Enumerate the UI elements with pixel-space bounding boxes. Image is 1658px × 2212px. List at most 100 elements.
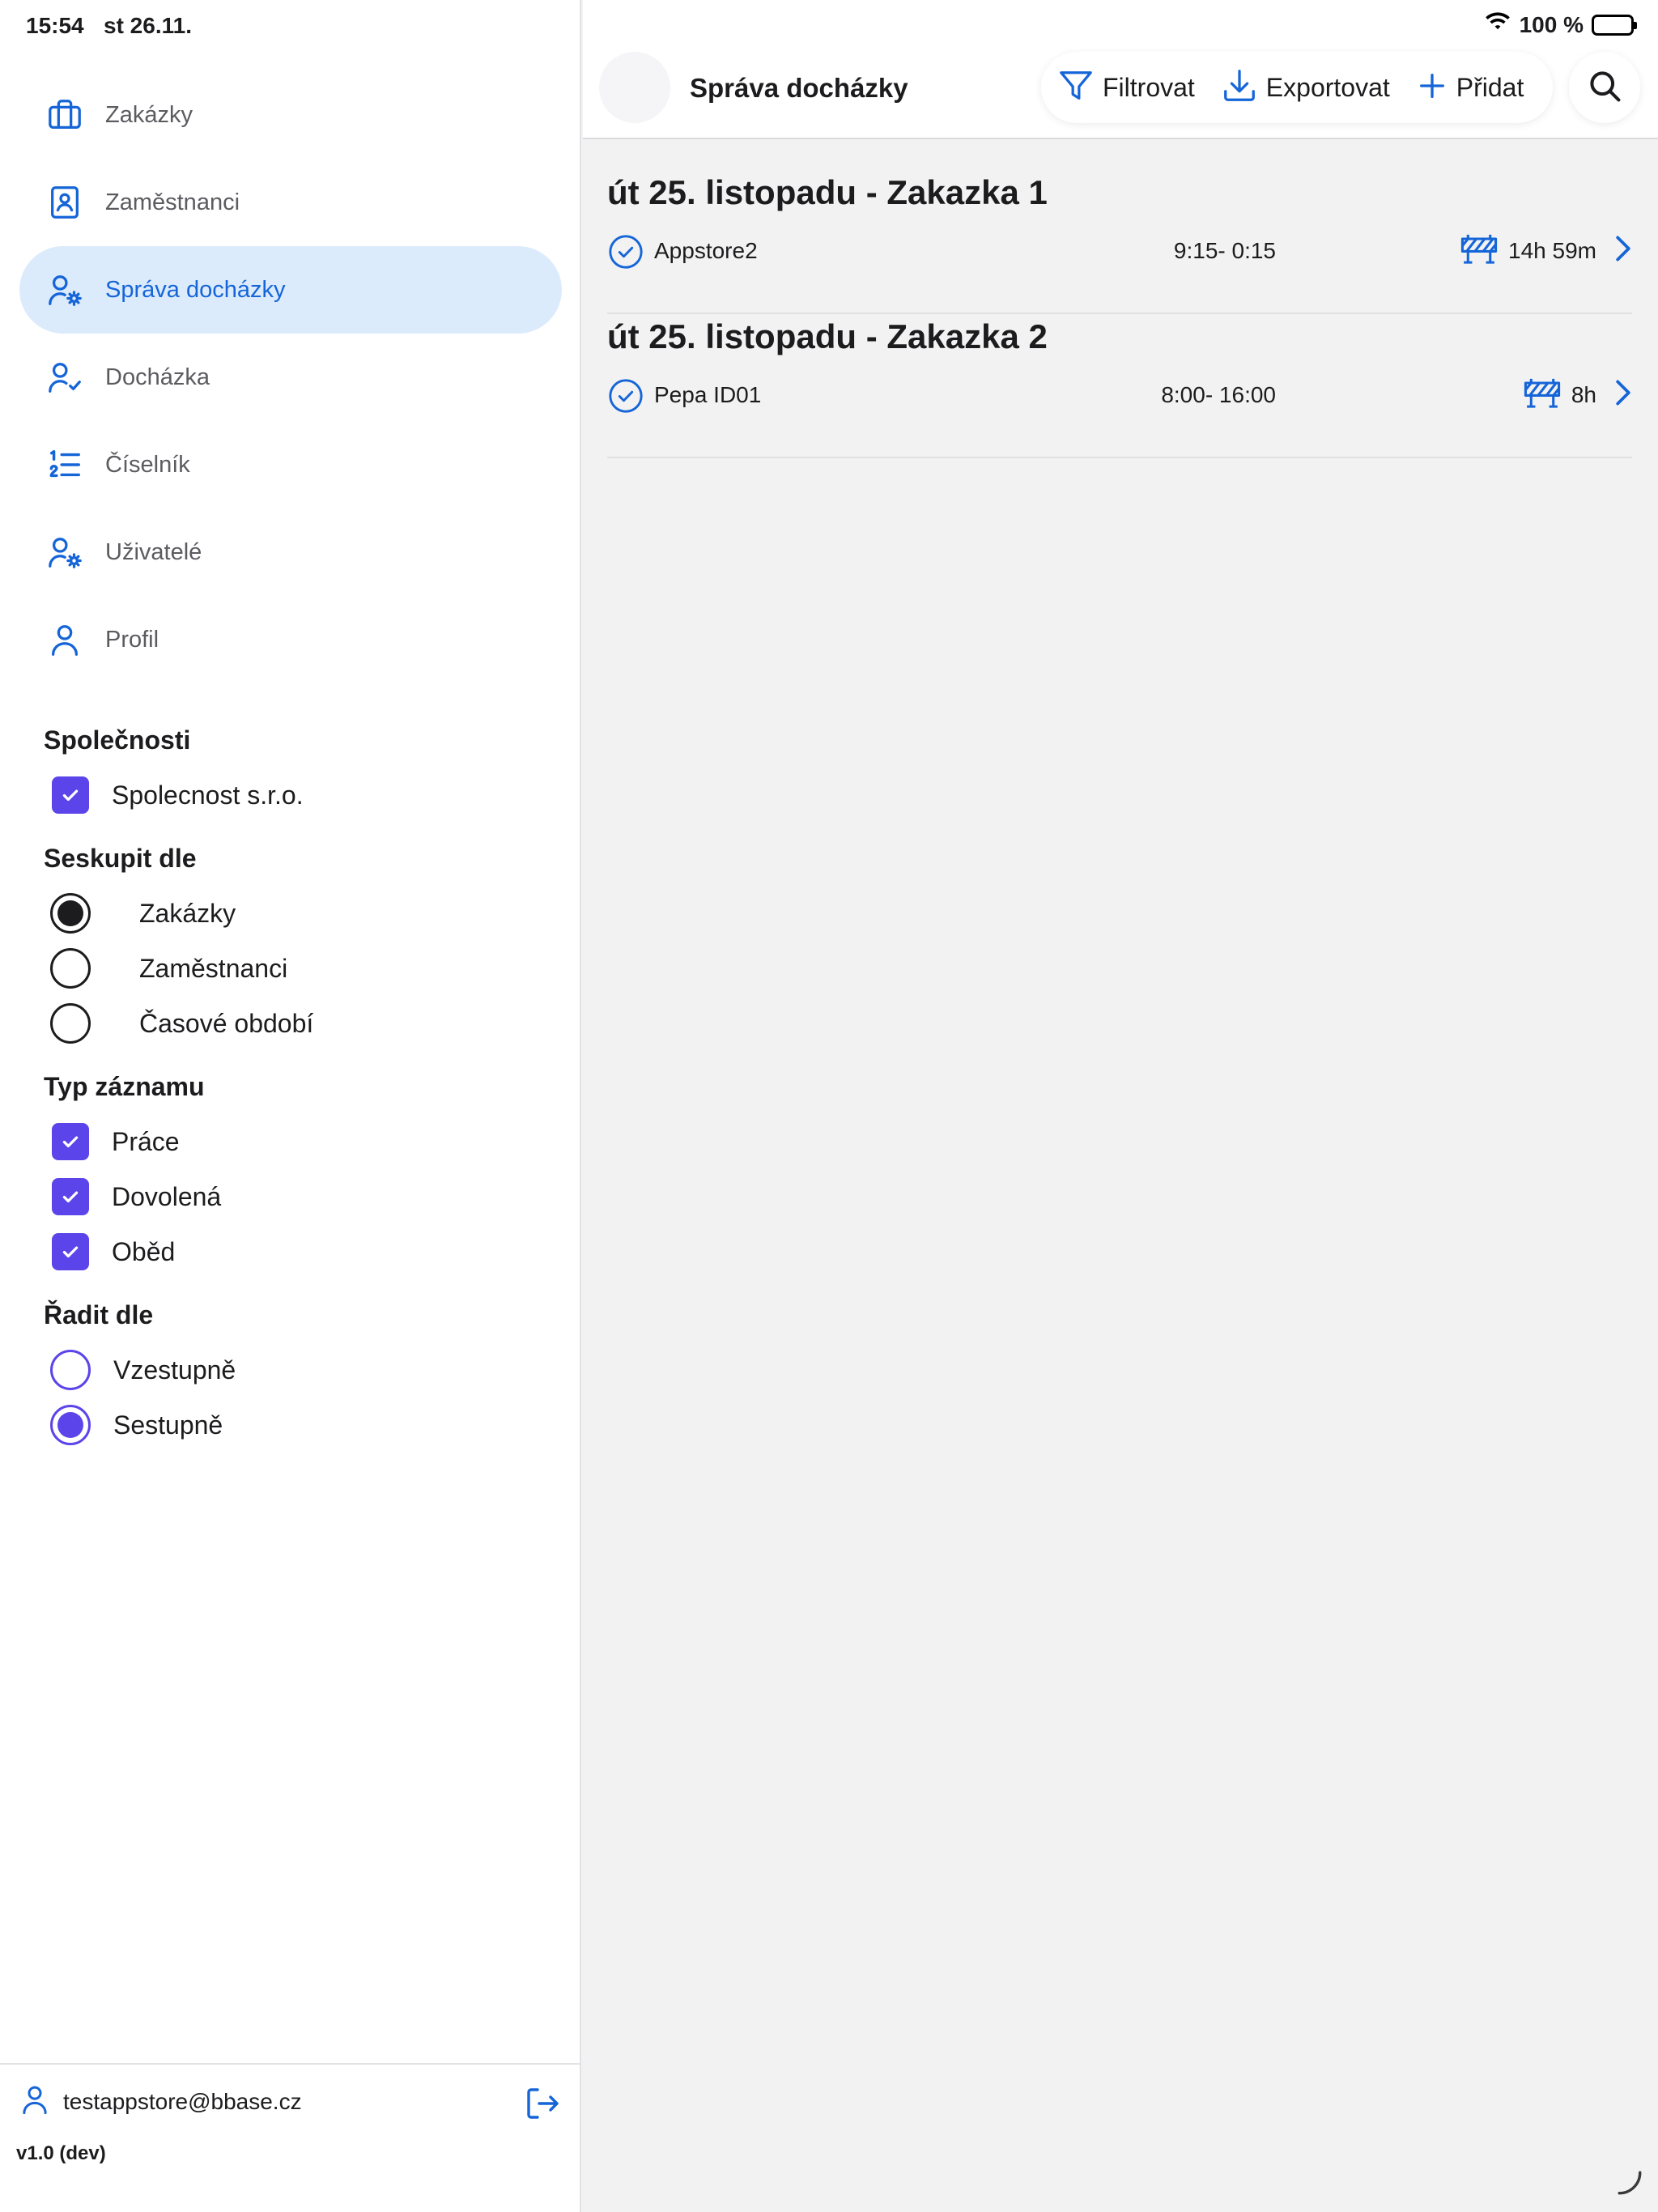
sort-option[interactable]: Vzestupně: [44, 1342, 546, 1397]
attendance-group: út 25. listopadu - Zakazka 1 Appstore2 9…: [607, 170, 1632, 314]
filter-icon: [1057, 67, 1095, 108]
sidebar-item-uzivatele[interactable]: Uživatelé: [19, 508, 562, 596]
wifi-icon: [1484, 11, 1511, 38]
battery-icon: [1592, 14, 1637, 36]
sidebar-item-label: Zakázky: [105, 101, 193, 128]
user-icon: [45, 620, 84, 659]
contact-book-icon: [45, 183, 84, 222]
user-gear-icon: [45, 533, 84, 572]
checkbox-checked[interactable]: [52, 1123, 89, 1160]
search-icon: [1587, 68, 1622, 108]
construction-barrier-icon: [1460, 232, 1499, 270]
user-gear-icon: [45, 270, 84, 309]
entry-duration-area: 8h: [1523, 376, 1632, 414]
group-by-title: Seskupit dle: [44, 844, 197, 873]
checkbox-checked[interactable]: [52, 1178, 89, 1215]
sidebar-nav: Zakázky Zaměstnanci Správa docházky Doch…: [19, 71, 562, 683]
radio-unselected[interactable]: [50, 1003, 91, 1044]
header-back-button[interactable]: [599, 52, 670, 123]
status-time: 15:54: [26, 13, 84, 38]
attendance-entry[interactable]: Pepa ID01 8:00- 16:00 8h: [607, 372, 1632, 418]
sidebar-item-zakazky[interactable]: Zakázky: [19, 71, 562, 159]
sidebar-item-label: Číselník: [105, 451, 190, 478]
filter-label: Oběd: [112, 1236, 176, 1266]
entry-duration: 8h: [1571, 381, 1596, 407]
sidebar-item-sprava-dochazky[interactable]: Správa docházky: [19, 246, 562, 334]
user-check-icon: [45, 358, 84, 397]
status-bar: 15:54 st 26.11. 100 %: [0, 0, 1658, 50]
sort-option[interactable]: Sestupně: [44, 1397, 546, 1453]
toolbar: Filtrovat Exportovat Přidat: [1041, 52, 1553, 123]
check-circle-icon: [607, 233, 644, 274]
download-icon: [1221, 67, 1258, 108]
sort-by-title: Řadit dle: [44, 1300, 154, 1329]
status-date: st 26.11.: [104, 13, 192, 38]
filter-label: Práce: [112, 1126, 180, 1156]
attendance-groups: út 25. listopadu - Zakazka 1 Appstore2 9…: [607, 170, 1632, 458]
record-type-title: Typ záznamu: [44, 1072, 205, 1101]
company-filter-row[interactable]: Spolecnost s.r.o.: [44, 768, 546, 823]
entry-time: 9:15- 0:15: [1173, 238, 1276, 263]
sidebar: Zakázky Zaměstnanci Správa docházky Doch…: [0, 0, 581, 2212]
group-by-option[interactable]: Zaměstnanci: [44, 941, 546, 996]
record-type-row[interactable]: Práce: [44, 1114, 546, 1169]
checkbox-checked[interactable]: [52, 776, 89, 814]
add-button[interactable]: Přidat: [1416, 70, 1524, 106]
briefcase-icon: [45, 96, 84, 134]
sidebar-item-label: Správa docházky: [105, 276, 286, 303]
numbered-list-icon: [45, 445, 84, 484]
entry-employee: Pepa ID01: [654, 382, 762, 407]
checkbox-checked[interactable]: [52, 1233, 89, 1270]
filter-label: Zaměstnanci: [139, 953, 288, 983]
attendance-group: út 25. listopadu - Zakazka 2 Pepa ID01 8…: [607, 314, 1632, 458]
filter-label: Vzestupně: [113, 1355, 236, 1385]
logout-icon[interactable]: [523, 2084, 562, 2127]
filter-label: Zakázky: [139, 898, 236, 928]
chevron-right-icon: [1614, 235, 1632, 266]
filter-label: Filtrovat: [1103, 72, 1195, 102]
radio-selected[interactable]: [50, 893, 91, 934]
sidebar-footer: testappstore@bbase.cz v1.0 (dev): [0, 2063, 580, 2212]
radio-selected[interactable]: [50, 1405, 91, 1445]
resize-handle-icon[interactable]: [1616, 2169, 1643, 2201]
user-info: testappstore@bbase.cz: [18, 2082, 302, 2121]
chevron-right-icon: [1614, 379, 1632, 410]
sidebar-item-label: Uživatelé: [105, 538, 202, 565]
sidebar-item-zamestnanci[interactable]: Zaměstnanci: [19, 159, 562, 246]
sidebar-item-dochazka[interactable]: Docházka: [19, 334, 562, 421]
export-button[interactable]: Exportovat: [1221, 67, 1390, 108]
sidebar-item-label: Zaměstnanci: [105, 189, 240, 215]
search-button[interactable]: [1569, 52, 1640, 123]
group-by-option[interactable]: Zakázky: [44, 886, 546, 941]
construction-barrier-icon: [1523, 376, 1562, 414]
group-title: út 25. listopadu - Zakazka 2: [607, 317, 1048, 355]
radio-unselected[interactable]: [50, 1350, 91, 1390]
plus-icon: [1416, 70, 1448, 106]
filter-label: Časové období: [139, 1008, 314, 1038]
add-label: Přidat: [1456, 72, 1524, 102]
entry-employee: Appstore2: [654, 238, 758, 263]
filter-label: Spolecnost s.r.o.: [112, 780, 304, 810]
user-icon: [18, 2082, 52, 2121]
export-label: Exportovat: [1265, 72, 1390, 102]
filter-label: Dovolená: [112, 1181, 222, 1211]
record-type-row[interactable]: Oběd: [44, 1224, 546, 1279]
user-email: testappstore@bbase.cz: [63, 2088, 302, 2114]
group-title: út 25. listopadu - Zakazka 1: [607, 173, 1048, 211]
page-title: Správa docházky: [690, 73, 908, 103]
sidebar-item-profil[interactable]: Profil: [19, 596, 562, 683]
sidebar-item-label: Profil: [105, 626, 159, 653]
entry-duration-area: 14h 59m: [1460, 232, 1632, 270]
record-type-row[interactable]: Dovolená: [44, 1169, 546, 1224]
entry-time: 8:00- 16:00: [1161, 382, 1276, 407]
check-circle-icon: [607, 377, 644, 419]
filter-label: Sestupně: [113, 1410, 223, 1440]
filter-button[interactable]: Filtrovat: [1057, 67, 1195, 108]
filters-panel: Společnosti Spolecnost s.r.o. Seskupit d…: [44, 704, 546, 1453]
group-by-option[interactable]: Časové období: [44, 996, 546, 1051]
radio-unselected[interactable]: [50, 948, 91, 989]
app-version: v1.0 (dev): [16, 2142, 106, 2164]
entry-duration: 14h 59m: [1508, 237, 1596, 263]
attendance-entry[interactable]: Appstore2 9:15- 0:15 14h 59m: [607, 228, 1632, 274]
sidebar-item-ciselnik[interactable]: Číselník: [19, 421, 562, 508]
